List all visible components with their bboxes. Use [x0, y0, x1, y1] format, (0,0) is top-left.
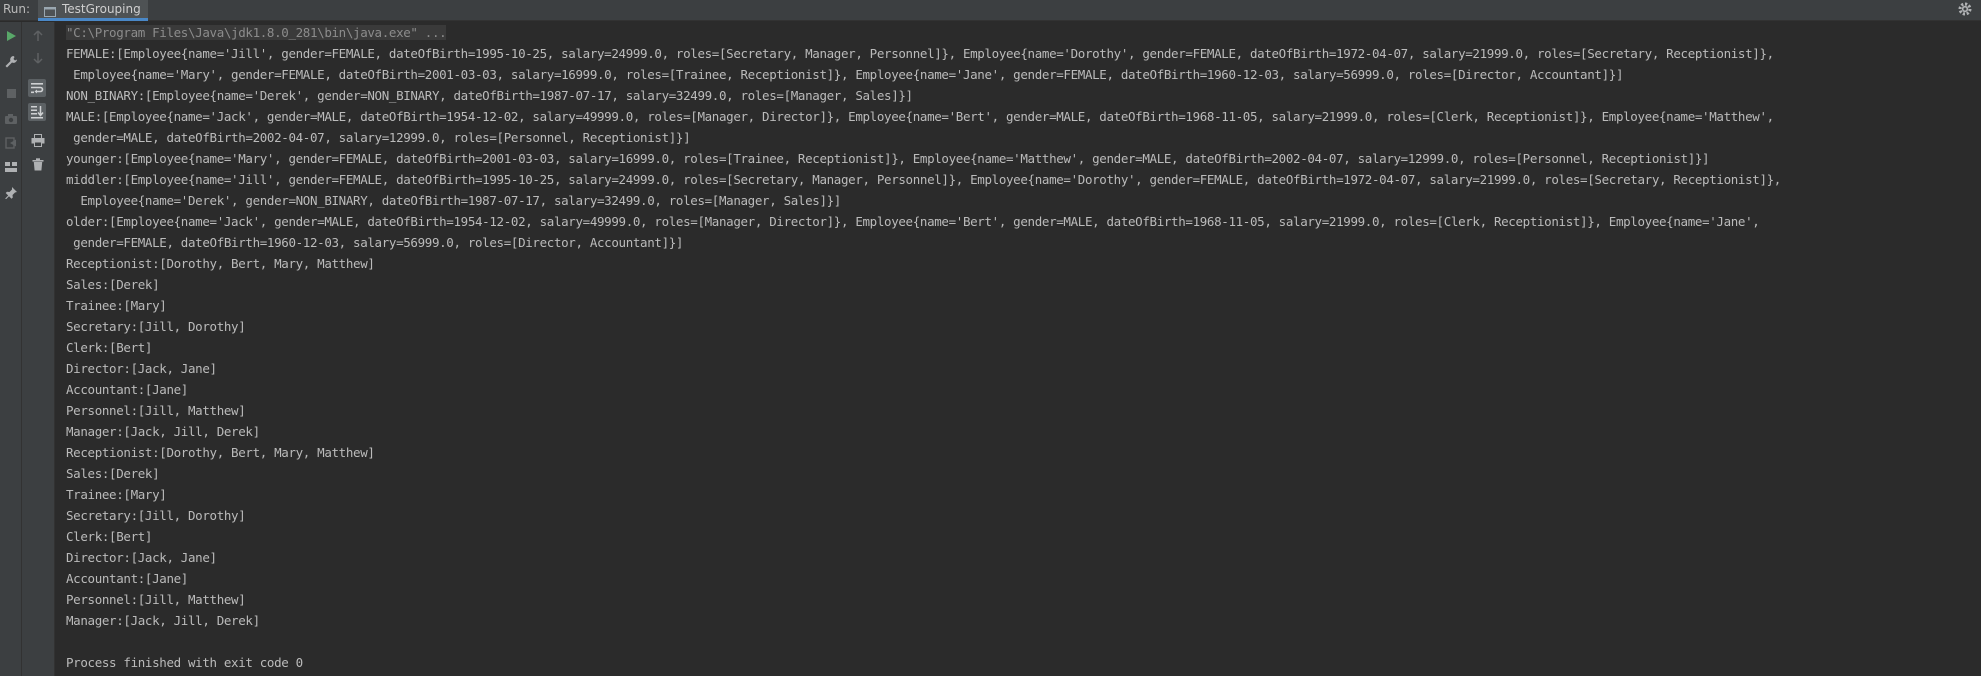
console-line: Clerk:[Bert]	[66, 529, 153, 544]
console-line: middler:[Employee{name='Jill', gender=FE…	[66, 172, 1781, 187]
console-output[interactable]: "C:\Program Files\Java\jdk1.8.0_281\bin\…	[66, 22, 1976, 676]
arrow-up-icon[interactable]	[29, 27, 47, 45]
console-actions-toolbar	[22, 22, 55, 676]
exit-icon[interactable]	[2, 134, 20, 152]
wrench-icon[interactable]	[2, 53, 20, 71]
console-line: younger:[Employee{name='Mary', gender=FE…	[66, 151, 1710, 166]
console-line: Trainee:[Mary]	[66, 487, 167, 502]
console-line: Personnel:[Jill, Matthew]	[66, 592, 246, 607]
console-line: Clerk:[Bert]	[66, 340, 153, 355]
console-line: MALE:[Employee{name='Jack', gender=MALE,…	[66, 109, 1774, 124]
run-tab-bar: Run: TestGrouping	[0, 0, 1981, 21]
soft-wrap-icon[interactable]	[28, 79, 46, 97]
console-line: Receptionist:[Dorothy, Bert, Mary, Matth…	[66, 445, 375, 460]
console-line: older:[Employee{name='Jack', gender=MALE…	[66, 214, 1760, 229]
console-line: Personnel:[Jill, Matthew]	[66, 403, 246, 418]
console-line: FEMALE:[Employee{name='Jill', gender=FEM…	[66, 46, 1774, 61]
run-config-icon	[44, 3, 57, 17]
stop-icon[interactable]	[2, 84, 20, 102]
console-line: Accountant:[Jane]	[66, 382, 188, 397]
pin-icon[interactable]	[2, 183, 20, 201]
console-line: Secretary:[Jill, Dorothy]	[66, 508, 246, 523]
console-line: Employee{name='Derek', gender=NON_BINARY…	[66, 193, 841, 208]
console-line: Sales:[Derek]	[66, 466, 160, 481]
console-line: Director:[Jack, Jane]	[66, 550, 217, 565]
console-line: Employee{name='Mary', gender=FEMALE, dat…	[66, 67, 1624, 82]
console-line: Sales:[Derek]	[66, 277, 160, 292]
tab-test-grouping[interactable]: TestGrouping	[38, 0, 148, 21]
console-line: gender=FEMALE, dateOfBirth=1960-12-03, s…	[66, 235, 684, 250]
trash-icon[interactable]	[29, 155, 47, 173]
console-line: Trainee:[Mary]	[66, 298, 167, 313]
console-line: Manager:[Jack, Jill, Derek]	[66, 613, 260, 628]
scroll-to-end-icon[interactable]	[28, 103, 46, 121]
tab-label: TestGrouping	[62, 2, 141, 16]
console-line: Secretary:[Jill, Dorothy]	[66, 319, 246, 334]
gear-icon[interactable]	[1957, 1, 1973, 17]
run-label: Run:	[3, 2, 31, 16]
run-tool-window: Run: TestGrouping "C:\Program Files\Java…	[0, 0, 1981, 676]
console-line: Accountant:[Jane]	[66, 571, 188, 586]
console-line: Director:[Jack, Jane]	[66, 361, 217, 376]
arrow-down-icon[interactable]	[29, 49, 47, 67]
camera-icon[interactable]	[2, 110, 20, 128]
console-command-line: "C:\Program Files\Java\jdk1.8.0_281\bin\…	[66, 22, 1976, 43]
console-line: Receptionist:[Dorothy, Bert, Mary, Matth…	[66, 256, 375, 271]
console-line: NON_BINARY:[Employee{name='Derek', gende…	[66, 88, 913, 103]
console-line: gender=MALE, dateOfBirth=2002-04-07, sal…	[66, 130, 691, 145]
play-icon[interactable]	[2, 27, 20, 45]
run-actions-toolbar	[0, 22, 22, 676]
print-icon[interactable]	[29, 131, 47, 149]
command-text[interactable]: "C:\Program Files\Java\jdk1.8.0_281\bin\…	[66, 25, 447, 40]
console-line: Process finished with exit code 0	[66, 655, 303, 670]
console-line: Manager:[Jack, Jill, Derek]	[66, 424, 260, 439]
layout-icon[interactable]	[2, 158, 20, 176]
